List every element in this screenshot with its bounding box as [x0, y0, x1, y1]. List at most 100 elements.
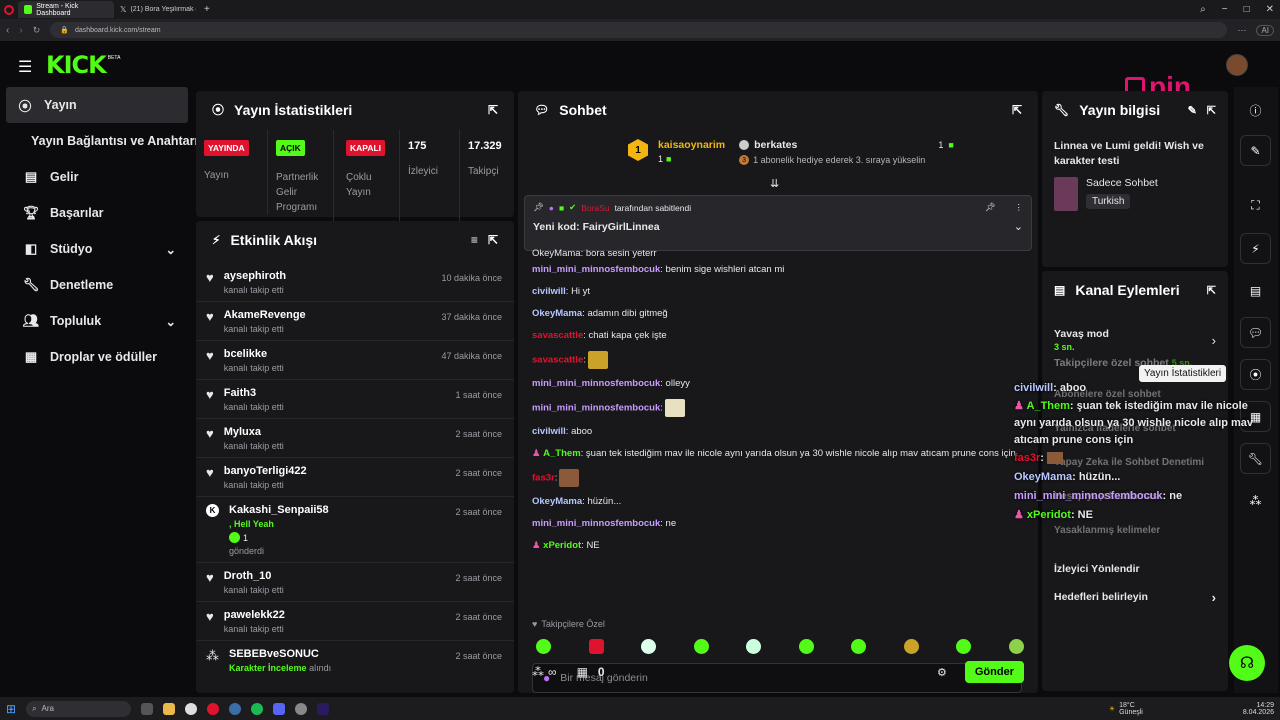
close-icon[interactable]: ✕: [1266, 4, 1274, 15]
obs-icon[interactable]: [185, 702, 198, 715]
popout-icon[interactable]: ⇱: [1012, 103, 1022, 117]
feed-user[interactable]: aysephiroth: [224, 270, 286, 282]
store-icon[interactable]: ▦: [577, 665, 588, 679]
chat-username[interactable]: mini_mini_minnosfembocuk: [532, 378, 660, 389]
emote-button[interactable]: [588, 639, 604, 654]
opera-icon[interactable]: [4, 4, 14, 15]
more-icon[interactable]: ⋮: [1015, 202, 1024, 213]
steam-icon[interactable]: [229, 702, 242, 715]
premiere-icon[interactable]: [317, 702, 330, 715]
feed-user[interactable]: pawelekk22: [224, 609, 285, 621]
chat-username[interactable]: mini_mini_minnosfembocuk: [532, 518, 660, 529]
task-view-icon[interactable]: [141, 702, 154, 715]
feed-user[interactable]: AkameRevenge: [224, 309, 306, 321]
popout-icon[interactable]: ⇱: [1207, 104, 1216, 117]
emote-button[interactable]: [641, 639, 657, 654]
action-raid[interactable]: İzleyici Yönlendir: [1054, 555, 1216, 583]
weather[interactable]: ☀ 18°C Güneşli: [1109, 702, 1143, 716]
top-gifter[interactable]: kaisaoynarim 1 ■: [658, 139, 725, 164]
avatar[interactable]: [1226, 54, 1248, 76]
opera-icon[interactable]: [207, 702, 220, 715]
send-button[interactable]: Gönder: [964, 661, 1024, 683]
sidebar-item-yayin[interactable]: ⦿ Yayın: [6, 87, 188, 123]
search-tabs-icon[interactable]: ⌕: [1200, 4, 1206, 15]
info-icon[interactable]: ⓘ: [1240, 95, 1271, 126]
kick-logo[interactable]: KICK BETA: [46, 51, 120, 79]
chat-username[interactable]: A_Them: [543, 448, 580, 459]
chat-username[interactable]: savascattle: [532, 330, 583, 341]
maximize-icon[interactable]: □: [1244, 4, 1250, 15]
sidebar-item-gelir[interactable]: ▤ Gelir: [6, 159, 188, 195]
spotify-icon[interactable]: [251, 702, 264, 715]
emote-button[interactable]: [903, 639, 919, 654]
chevron-down-icon[interactable]: ⇊: [770, 177, 779, 190]
emote-button[interactable]: [536, 639, 551, 654]
support-icon[interactable]: ☊: [1229, 645, 1265, 681]
emote-button[interactable]: [851, 639, 867, 654]
feed-user[interactable]: bcelikke: [224, 348, 284, 360]
fullscreen-icon[interactable]: ⛶: [1240, 190, 1271, 221]
chat-username[interactable]: OkeyMama: [532, 496, 582, 507]
sidebar-item-droplar[interactable]: ▦ Droplar ve ödüller: [6, 339, 188, 375]
feed-user[interactable]: banyoTerligi422: [224, 465, 307, 477]
chat-username[interactable]: mini_mini_minnosfembocuk: [532, 403, 660, 414]
back-icon[interactable]: ‹: [6, 25, 9, 36]
url-field[interactable]: 🔒 dashboard.kick.com/stream: [50, 22, 1228, 38]
app-icon[interactable]: [295, 702, 308, 715]
forward-icon[interactable]: ›: [19, 25, 22, 36]
chat-username[interactable]: mini_mini_minnosfembocuk: [532, 264, 660, 275]
document-icon[interactable]: ▤: [1240, 275, 1271, 306]
menu-icon[interactable]: ☰: [18, 57, 32, 77]
chevron-down-icon[interactable]: ⌄: [1014, 220, 1023, 233]
extensions-icon[interactable]: ⋯: [1237, 25, 1246, 36]
settings-icon[interactable]: ⚙: [937, 666, 947, 679]
popout-icon[interactable]: ⇱: [488, 103, 498, 117]
popout-icon[interactable]: ⇱: [488, 233, 498, 247]
emote-button[interactable]: [746, 639, 762, 654]
tab-kick-dashboard[interactable]: Stream - Kick Dashboard: [18, 1, 114, 18]
feed-user[interactable]: Myluxa: [224, 426, 284, 438]
windows-start-icon[interactable]: ⊞: [6, 702, 16, 716]
feed-user[interactable]: SEBEBveSONUC: [229, 648, 331, 660]
tab-x-profile[interactable]: 𝕏 (21) Bora Yeşilırmak (@Bo: [114, 1, 202, 18]
discord-icon[interactable]: [273, 702, 286, 715]
category-thumbnail[interactable]: [1054, 177, 1078, 211]
feed-user[interactable]: Droth_10: [224, 570, 284, 582]
sidebar-item-basarilar[interactable]: 🏆︎ Başarılar: [6, 195, 188, 231]
action-goals[interactable]: Hedefleri belirleyin ›: [1054, 583, 1216, 611]
new-tab-icon[interactable]: +: [204, 4, 210, 15]
folder-icon[interactable]: [163, 702, 176, 715]
chat-username[interactable]: savascattle: [532, 355, 583, 366]
filter-icon[interactable]: ≡: [471, 233, 478, 247]
reload-icon[interactable]: ↻: [33, 25, 41, 36]
sidebar-item-studyo[interactable]: ◧ Stüdyo ⌄: [6, 231, 188, 267]
unpin-icon[interactable]: 📌︎: [985, 202, 996, 213]
action-banned-words[interactable]: Yasaklanmış kelimeler: [1054, 525, 1216, 555]
emote-button[interactable]: [1008, 639, 1024, 654]
clock[interactable]: 14:29 8.04.2026: [1243, 702, 1274, 716]
emote-button[interactable]: [956, 639, 972, 654]
chat-username[interactable]: fas3r: [532, 473, 555, 484]
category-name[interactable]: Sadece Sohbet: [1086, 177, 1158, 189]
second-gifter[interactable]: berkates 1 ■ 3 1 abonelik hediye ederek …: [739, 139, 954, 165]
bolt-icon[interactable]: ⚡︎: [1240, 233, 1271, 264]
minimize-icon[interactable]: −: [1222, 4, 1228, 15]
sidebar-item-stream-key[interactable]: Yayın Bağlantısı ve Anahtarı: [6, 123, 198, 159]
edit-icon[interactable]: ✎: [1188, 104, 1197, 117]
emote-button[interactable]: [693, 639, 709, 654]
feed-user[interactable]: Faith3: [224, 387, 284, 399]
chat-username[interactable]: OkeyMama: [532, 308, 582, 319]
sidebar-item-topluluk[interactable]: 👥︎ Topluluk ⌄: [6, 303, 188, 339]
edit-icon[interactable]: ✎: [1240, 135, 1271, 166]
action-slow-mode[interactable]: Yavaş mod 3 sn. ›: [1054, 323, 1216, 357]
emote-button[interactable]: [798, 639, 814, 654]
taskbar-search[interactable]: ⌕ Ara: [26, 700, 132, 717]
popout-icon[interactable]: ⇱: [1207, 284, 1216, 297]
chat-username[interactable]: civilwill: [532, 286, 566, 297]
ai-icon[interactable]: AI: [1256, 24, 1274, 36]
chat-username[interactable]: civilwill: [532, 426, 566, 437]
chat-icon[interactable]: 💬︎: [1240, 317, 1271, 348]
chat-username[interactable]: xPeridot: [543, 540, 581, 551]
sidebar-item-denetleme[interactable]: 🔧︎ Denetleme: [6, 267, 188, 303]
feed-user[interactable]: Kakashi_Senpaii58: [229, 504, 329, 516]
